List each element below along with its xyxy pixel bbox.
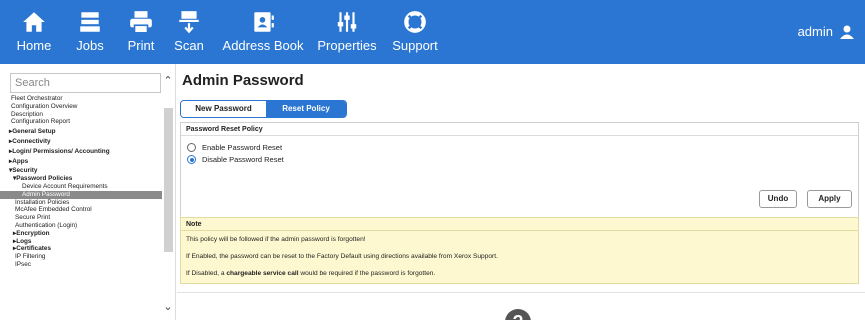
sidebar-item-mcafee-embedded-control[interactable]: McAfee Embedded Control [0, 206, 162, 214]
sidebar-item-ip-filtering[interactable]: IP Filtering [0, 253, 162, 261]
sidebar-item-login-permissions-accounting[interactable]: ▸Login/ Permissions/ Accounting [0, 148, 162, 156]
sidebar-item-authentication-login[interactable]: Authentication (Login) [0, 222, 162, 230]
page-title: Admin Password [182, 72, 304, 89]
nav-home[interactable]: Home [14, 0, 54, 64]
sidebar-item-connectivity[interactable]: ▸Connectivity [0, 138, 162, 146]
nav-print[interactable]: Print [123, 0, 159, 64]
address-book-icon [254, 12, 274, 32]
sidebar-item-fleet-orchestrator[interactable]: Fleet Orchestrator [0, 95, 162, 103]
option-enable-password-reset[interactable]: Enable Password Reset [187, 143, 282, 152]
scroll-up-icon[interactable]: ⌃ [162, 74, 174, 90]
nav-support-label: Support [392, 38, 438, 53]
sidebar: ⌃ ⌄ Fleet Orchestrator Configuration Ove… [0, 64, 176, 320]
top-nav-bar: Home Jobs Print Scan Address Book Proper… [0, 0, 865, 64]
nav-address-book-label: Address Book [222, 38, 304, 53]
user-icon [840, 25, 854, 39]
sidebar-item-description[interactable]: Description [0, 111, 162, 119]
sidebar-item-device-account-requirements[interactable]: Device Account Requirements [0, 183, 162, 191]
jobs-icon [80, 12, 100, 32]
nav-home-label: Home [16, 38, 52, 53]
panel-header: Password Reset Policy [181, 123, 858, 136]
tab-reset-policy[interactable]: Reset Policy [266, 101, 346, 117]
nav-properties-label: Properties [317, 38, 377, 53]
note-title: Note [181, 218, 858, 231]
apply-button[interactable]: Apply [807, 190, 852, 208]
sidebar-item-secure-print[interactable]: Secure Print [0, 214, 162, 222]
sidebar-item-general-setup[interactable]: ▸General Setup [0, 128, 162, 136]
sidebar-item-logs[interactable]: ▸Logs [0, 238, 162, 246]
sidebar-item-admin-password[interactable]: Admin Password [0, 190, 162, 199]
sidebar-scrollbar-thumb[interactable] [164, 108, 173, 252]
help-icon[interactable]: ? [505, 309, 531, 320]
sidebar-item-encryption[interactable]: ▸Encryption [0, 230, 162, 238]
tab-new-password[interactable]: New Password [181, 101, 266, 117]
note-line-3-post: would be required if the password is for… [298, 270, 436, 277]
sidebar-item-configuration-overview[interactable]: Configuration Overview [0, 103, 162, 111]
undo-button[interactable]: Undo [759, 190, 797, 208]
content-divider [177, 292, 865, 293]
nav-address-book[interactable]: Address Book [221, 0, 305, 64]
user-menu[interactable]: admin [798, 24, 855, 39]
note-line-3-bold: chargeable service call [226, 270, 299, 277]
radio-disable-password-reset[interactable] [187, 155, 196, 164]
nav-properties[interactable]: Properties [317, 0, 377, 64]
note-line-1: This policy will be followed if the admi… [186, 236, 366, 243]
tab-bar: New Password Reset Policy [180, 100, 347, 118]
scroll-down-icon[interactable]: ⌄ [162, 300, 174, 314]
sidebar-item-installation-policies[interactable]: Installation Policies [0, 199, 162, 207]
nav-scan-label: Scan [174, 38, 204, 53]
radio-label-enable: Enable Password Reset [202, 143, 283, 152]
sidebar-item-ipsec[interactable]: IPsec [0, 261, 162, 269]
properties-icon [337, 12, 357, 32]
home-icon [23, 12, 45, 32]
nav-scan[interactable]: Scan [172, 0, 206, 64]
print-icon [130, 11, 152, 34]
option-disable-password-reset[interactable]: Disable Password Reset [187, 155, 284, 164]
sidebar-item-configuration-report[interactable]: Configuration Report [0, 118, 162, 126]
note-line-3-pre: If Disabled, a [186, 270, 227, 277]
nav-print-label: Print [127, 38, 155, 53]
note-box: Note This policy will be followed if the… [180, 217, 859, 284]
sidebar-nav-tree: Fleet Orchestrator Configuration Overvie… [0, 95, 162, 269]
sidebar-item-apps[interactable]: ▸Apps [0, 158, 162, 166]
main-content: Admin Password New Password Reset Policy… [177, 64, 865, 320]
sidebar-item-password-policies[interactable]: ▾Password Policies [0, 175, 162, 183]
nav-support[interactable]: Support [390, 0, 440, 64]
note-line-3: If Disabled, a chargeable service call w… [186, 270, 435, 277]
scan-icon [179, 11, 199, 34]
search-input[interactable] [10, 73, 161, 93]
user-name: admin [797, 24, 833, 39]
sidebar-item-certificates[interactable]: ▸Certificates [0, 245, 162, 253]
radio-label-disable: Disable Password Reset [202, 155, 284, 164]
radio-enable-password-reset[interactable] [187, 143, 196, 152]
note-line-2: If Enabled, the password can be reset to… [186, 253, 498, 260]
nav-jobs[interactable]: Jobs [70, 0, 110, 64]
sidebar-item-security[interactable]: ▾Security [0, 167, 162, 175]
app-window: Home Jobs Print Scan Address Book Proper… [0, 0, 865, 320]
support-icon [404, 11, 426, 33]
nav-jobs-label: Jobs [76, 38, 104, 53]
